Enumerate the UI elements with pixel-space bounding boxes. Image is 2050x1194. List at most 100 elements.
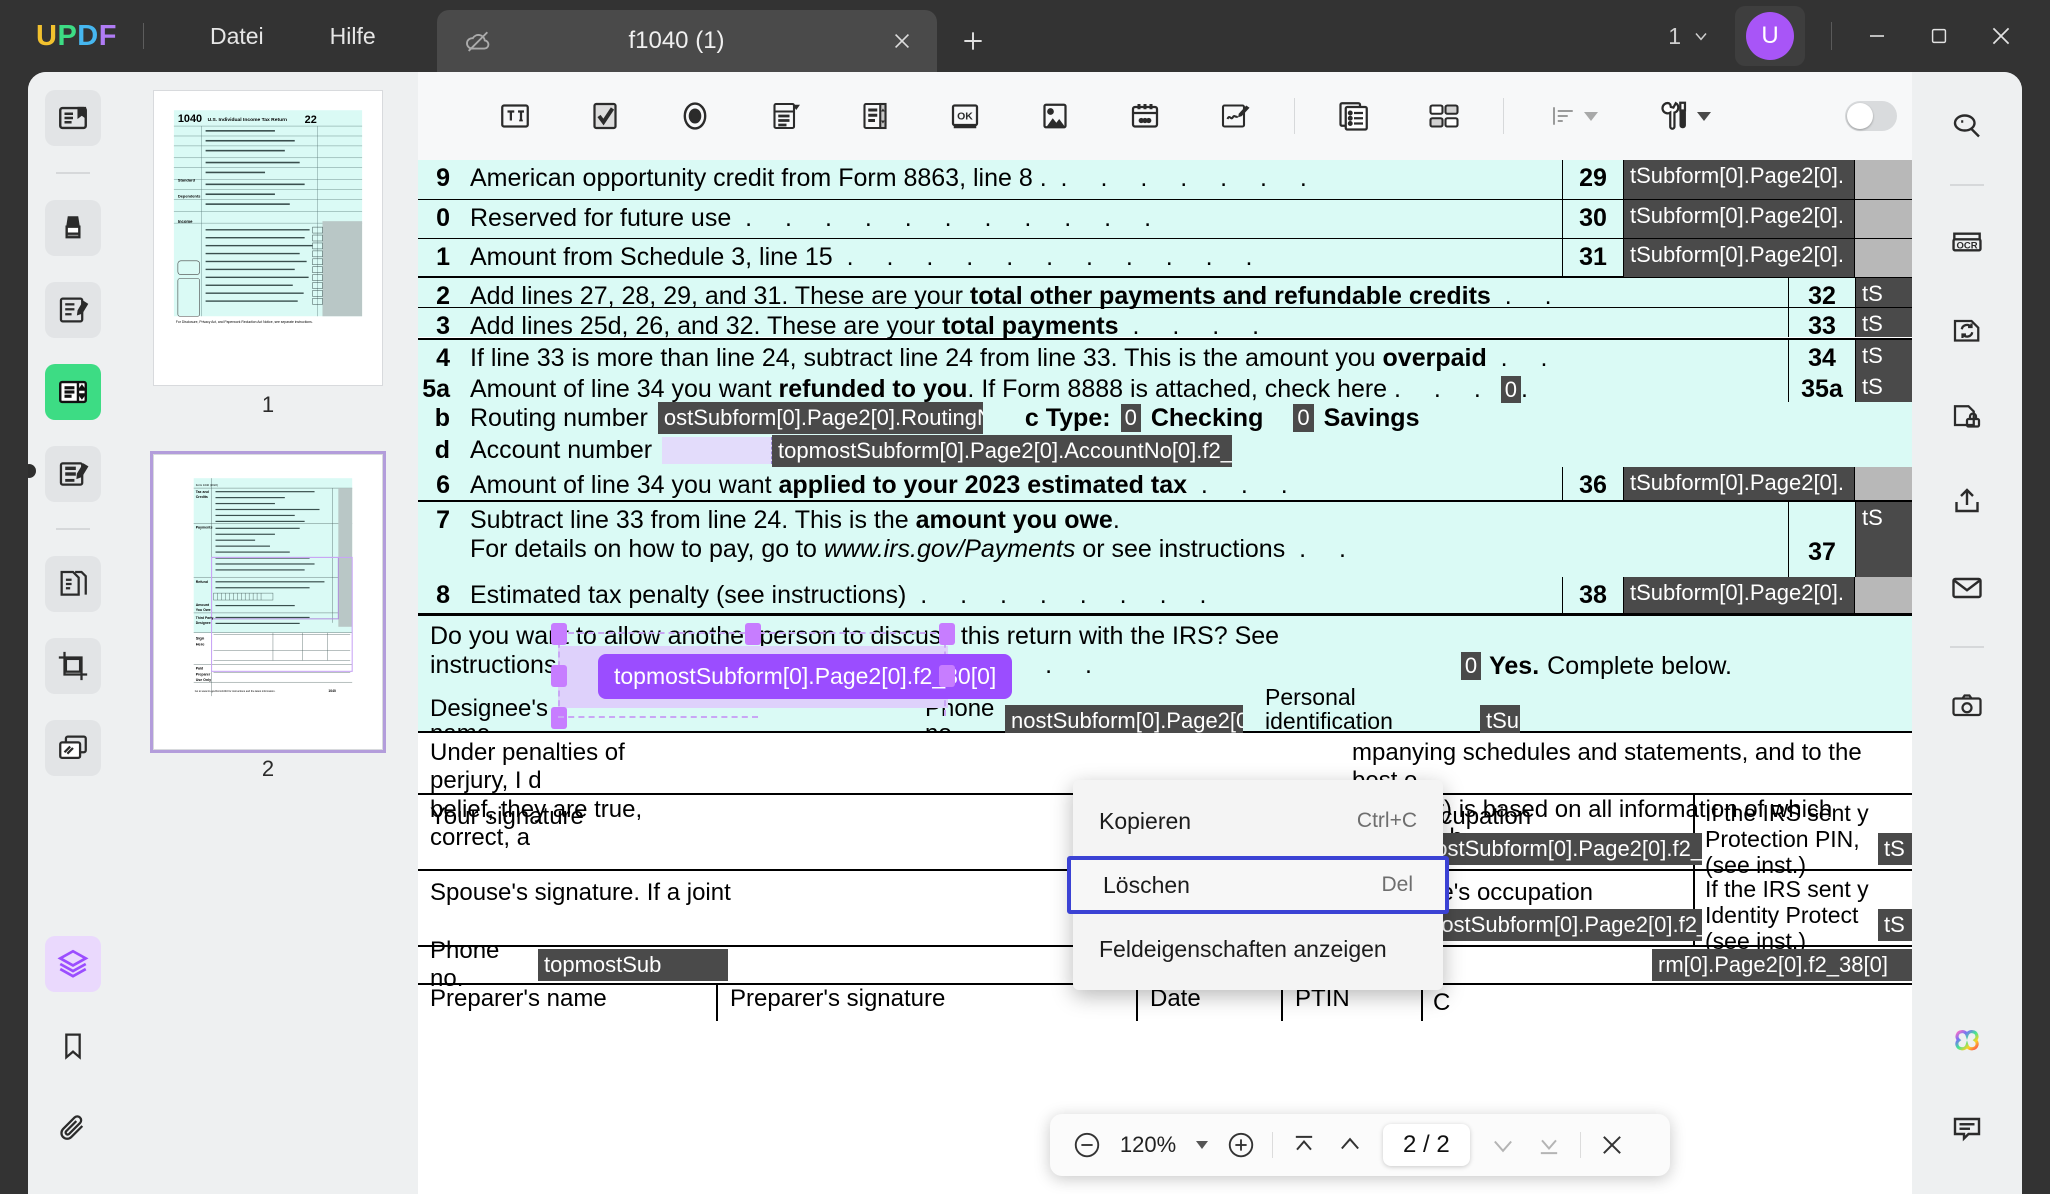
yes-checkbox[interactable]: 0	[1461, 652, 1481, 680]
table-row: 6 Amount of line 34 you want applied to …	[418, 467, 1912, 502]
sidebar-item-comment[interactable]	[45, 200, 101, 256]
spouse-occupation-field[interactable]: mostSubform[0].Page2[0].f2_35[0]	[1417, 909, 1702, 941]
form-list-icon[interactable]	[1326, 88, 1382, 144]
image-field-icon[interactable]	[1027, 88, 1083, 144]
email-icon[interactable]	[1939, 560, 1995, 616]
avatar-button[interactable]: U	[1735, 6, 1805, 66]
align-icon[interactable]	[1535, 88, 1611, 144]
line-text: American opportunity credit from Form 88…	[458, 160, 1562, 199]
zoom-in-button[interactable]	[1218, 1122, 1264, 1168]
resize-handle-tc[interactable]	[745, 623, 761, 645]
context-menu-item-feldeigenschaften[interactable]: Feldeigenschaften anzeigen	[1073, 922, 1443, 976]
sidebar-item-layers[interactable]	[45, 936, 101, 992]
signature-field-icon[interactable]	[1207, 88, 1263, 144]
pin-field[interactable]: tSu	[1480, 705, 1520, 737]
sidebar-item-crop[interactable]	[45, 638, 101, 694]
form-field[interactable]: tSubform[0].Page2[0].	[1624, 577, 1854, 615]
checkbox-icon[interactable]	[577, 88, 633, 144]
form-field[interactable]: tS	[1856, 371, 1912, 402]
form-field[interactable]: tS	[1856, 278, 1912, 307]
form-field[interactable]: tSubform[0].Page2[0].	[1624, 160, 1854, 199]
zoom-level-value[interactable]: 120%	[1110, 1132, 1186, 1158]
minimize-button[interactable]	[1846, 0, 1908, 72]
savings-checkbox[interactable]: 0	[1293, 404, 1313, 432]
share-icon[interactable]	[1939, 474, 1995, 530]
svg-text:For Disclosure, Privacy Act, a: For Disclosure, Privacy Act, and Paperwo…	[176, 320, 313, 324]
footer-phone-field[interactable]: topmostSub	[538, 949, 728, 981]
footer-email-field[interactable]: rm[0].Page2[0].f2_38[0]	[1652, 949, 1912, 981]
form-tools-icon[interactable]	[1645, 88, 1721, 144]
date-field-icon[interactable]	[1117, 88, 1173, 144]
snapshot-icon[interactable]	[1939, 678, 1995, 734]
line-text-bold: total payments	[942, 312, 1118, 340]
sidebar-item-prepare-form[interactable]	[45, 364, 101, 420]
resize-handle-tl[interactable]	[551, 623, 567, 645]
menu-datei[interactable]: Datei	[188, 15, 286, 58]
convert-icon[interactable]	[1939, 302, 1995, 358]
pdf-page[interactable]: 9 American opportunity credit from Form …	[418, 160, 1912, 1194]
svg-text:Sign: Sign	[196, 636, 205, 641]
context-menu-item-kopieren[interactable]: Kopieren Ctrl+C	[1073, 794, 1443, 848]
form-field[interactable]: tS	[1856, 502, 1912, 577]
push-button-icon[interactable]: OK	[937, 88, 993, 144]
close-navbar-button[interactable]	[1589, 1122, 1635, 1168]
page-indicator[interactable]: 2 / 2	[1383, 1124, 1470, 1166]
designee-phone-field[interactable]: nostSubform[0].Page2[0].f2_3	[1005, 705, 1243, 737]
form-field[interactable]: tSubform[0].Page2[0].	[1624, 200, 1854, 238]
tab-order-icon[interactable]	[1416, 88, 1472, 144]
sidebar-item-batch[interactable]	[45, 720, 101, 776]
sidebar-item-edit-pdf[interactable]	[45, 282, 101, 338]
form-field[interactable]: tS	[1856, 308, 1912, 337]
maximize-button[interactable]	[1908, 0, 1970, 72]
zoom-dropdown-button[interactable]	[1186, 1122, 1218, 1168]
list-box-icon[interactable]	[847, 88, 903, 144]
last-page-button[interactable]	[1526, 1122, 1572, 1168]
checking-checkbox[interactable]: 0	[1121, 404, 1141, 432]
search-icon[interactable]	[1939, 98, 1995, 154]
account-field-prefix[interactable]	[662, 437, 772, 464]
svg-text:Refund: Refund	[196, 580, 208, 584]
form-field[interactable]: tSubform[0].Page2[0].	[1624, 239, 1854, 277]
irs-pin-field[interactable]: tS	[1878, 833, 1912, 865]
tab-close-icon[interactable]	[879, 18, 925, 64]
dropdown-icon[interactable]	[757, 88, 813, 144]
form-field[interactable]: tS	[1856, 340, 1912, 371]
sidebar-item-attachments[interactable]	[45, 1100, 101, 1156]
text-field-icon[interactable]	[487, 88, 543, 144]
radio-button-icon[interactable]	[667, 88, 723, 144]
sidebar-item-reader[interactable]	[45, 90, 101, 146]
sidebar-item-fill-sign[interactable]	[45, 446, 101, 502]
resize-handle-tr[interactable]	[939, 623, 955, 645]
first-page-button[interactable]	[1281, 1122, 1327, 1168]
new-tab-button[interactable]	[952, 20, 994, 62]
account-field[interactable]: topmostSubform[0].Page2[0].AccountNo[0].…	[772, 435, 1232, 467]
thumbnail-page-2[interactable]: Form 1040 (2022) Tax and Credits Payment…	[153, 454, 383, 750]
pin-label-l1: Personal identification	[1265, 685, 1480, 733]
previous-page-button[interactable]	[1327, 1122, 1373, 1168]
resize-handle-mr[interactable]	[939, 665, 955, 687]
thumbnail-page-1[interactable]: 1040 U.S. Individual Income Tax Return 2…	[153, 90, 383, 386]
protect-icon[interactable]	[1939, 388, 1995, 444]
table-row: 4 If line 33 is more than line 24, subtr…	[418, 340, 1912, 371]
document-tab[interactable]: f1040 (1)	[437, 10, 937, 72]
routing-field[interactable]: ostSubform[0].Page2[0].RoutingNo[0].f2	[658, 402, 983, 434]
ai-assistant-icon[interactable]	[1939, 1014, 1995, 1070]
form-field[interactable]: tSubform[0].Page2[0].	[1624, 467, 1854, 502]
resize-handle-bl[interactable]	[551, 707, 567, 729]
highlight-fields-toggle[interactable]	[1836, 88, 1906, 144]
context-menu-item-loeschen[interactable]: Löschen Del	[1067, 856, 1449, 914]
irs-pin-cell-2: If the IRS sent y Identity Protect (see …	[1693, 871, 1878, 945]
occupation-field[interactable]: nostSubform[0].Page2[0].f2_33[0]	[1417, 833, 1702, 865]
sidebar-item-organize-pages[interactable]	[45, 556, 101, 612]
ocr-icon[interactable]: OCR	[1939, 216, 1995, 272]
panel-drag-handle[interactable]	[28, 464, 36, 478]
menu-hilfe[interactable]: Hilfe	[308, 15, 398, 58]
comment-icon[interactable]	[1939, 1100, 1995, 1156]
resize-handle-ml[interactable]	[551, 665, 567, 687]
next-page-button[interactable]	[1480, 1122, 1526, 1168]
sidebar-item-bookmarks[interactable]	[45, 1018, 101, 1074]
window-page-indicator[interactable]: 1	[1656, 17, 1723, 56]
irs-pin-field-2[interactable]: tS	[1878, 909, 1912, 941]
close-button[interactable]	[1970, 0, 2032, 72]
zoom-out-button[interactable]	[1064, 1122, 1110, 1168]
